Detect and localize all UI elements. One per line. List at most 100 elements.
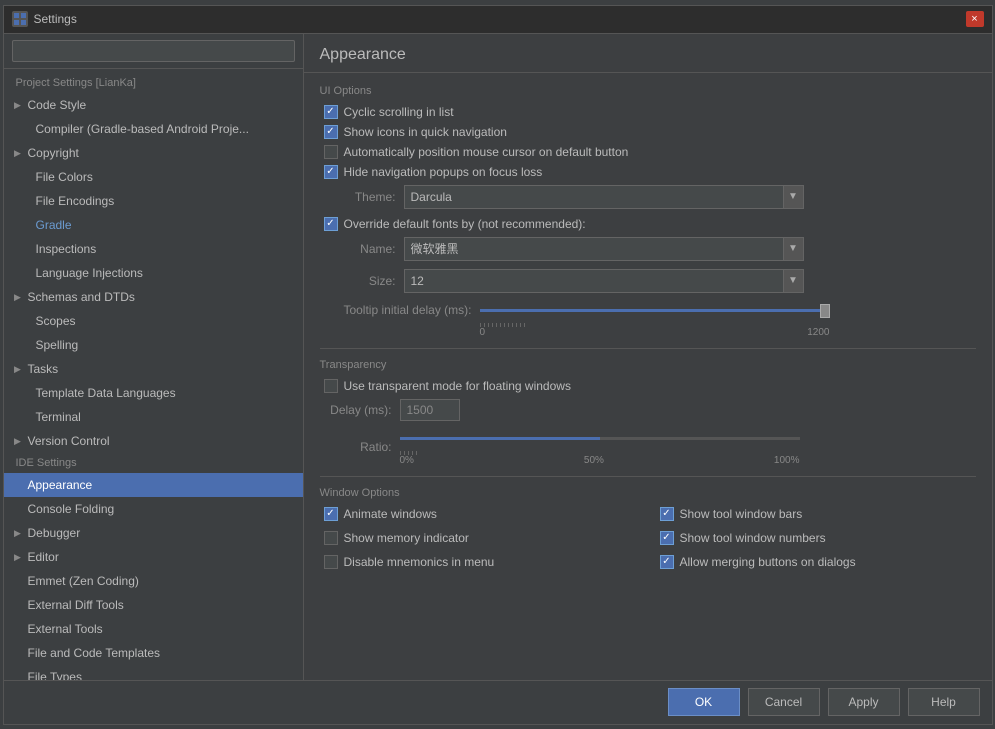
tooltip-slider-bg (480, 309, 830, 312)
option-override-fonts: ✓ Override default fonts by (not recomme… (320, 217, 976, 231)
theme-select-wrapper: Darcula ▼ (404, 185, 804, 209)
sidebar-item-template-data[interactable]: Template Data Languages (4, 381, 303, 405)
sidebar-item-emmet[interactable]: Emmet (Zen Coding) (4, 569, 303, 593)
checkbox-auto-position[interactable] (324, 145, 338, 159)
font-name-select[interactable]: 微软雅黑 (404, 237, 784, 261)
option-allow-merging: ✓ Allow merging buttons on dialogs (656, 555, 976, 569)
apply-button[interactable]: Apply (828, 688, 900, 716)
theme-row: Theme: Darcula ▼ (320, 185, 976, 209)
expand-arrow-code-style: ▶ (12, 99, 24, 111)
ratio-mid-label: 50% (584, 455, 604, 466)
expand-arrow-schemas: ▶ (12, 291, 24, 303)
sidebar-item-schemas[interactable]: ▶ Schemas and DTDs (4, 285, 303, 309)
sidebar-item-editor[interactable]: ▶ Editor (4, 545, 303, 569)
tooltip-slider-thumb[interactable] (820, 304, 830, 318)
cancel-button[interactable]: Cancel (748, 688, 820, 716)
checkbox-hide-nav[interactable]: ✓ (324, 165, 338, 179)
option-show-icons: ✓ Show icons in quick navigation (320, 125, 976, 139)
content-title: Appearance (304, 34, 992, 73)
label-transparent: Use transparent mode for floating window… (344, 379, 571, 393)
sidebar-item-language-injections[interactable]: Language Injections (4, 261, 303, 285)
tooltip-slider-row: Tooltip initial delay (ms): (320, 301, 976, 338)
font-size-arrow: ▼ (784, 269, 804, 293)
theme-select[interactable]: Darcula (404, 185, 784, 209)
ratio-slider-bg (400, 437, 800, 440)
checkbox-allow-merging[interactable]: ✓ (660, 555, 674, 569)
option-hide-nav: ✓ Hide navigation popups on focus loss (320, 165, 976, 179)
font-size-row: Size: 12 ▼ (320, 269, 976, 293)
sidebar-item-spelling[interactable]: Spelling (4, 333, 303, 357)
sidebar-item-appearance[interactable]: Appearance (4, 473, 303, 497)
checkbox-tool-numbers[interactable]: ✓ (660, 531, 674, 545)
sidebar-item-terminal[interactable]: Terminal (4, 405, 303, 429)
checkbox-animate[interactable]: ✓ (324, 507, 338, 521)
ide-section-header: IDE Settings (4, 453, 303, 473)
font-size-select[interactable]: 12 (404, 269, 784, 293)
label-cyclic-scroll: Cyclic scrolling in list (344, 105, 454, 119)
expand-arrow-debugger: ▶ (12, 527, 24, 539)
sidebar-item-console-folding[interactable]: Console Folding (4, 497, 303, 521)
option-show-tool-bars: ✓ Show tool window bars (656, 507, 976, 521)
tick (520, 323, 521, 327)
ratio-row: Ratio: (320, 429, 976, 466)
font-name-select-wrapper: 微软雅黑 ▼ (404, 237, 804, 261)
tooltip-slider-container: 0 1200 (480, 301, 830, 338)
checkbox-override-fonts[interactable]: ✓ (324, 217, 338, 231)
tick (500, 323, 501, 327)
window-title: Settings (34, 12, 960, 26)
sidebar-item-copyright[interactable]: ▶ Copyright (4, 141, 303, 165)
ratio-max-label: 100% (774, 455, 800, 466)
label-override-fonts: Override default fonts by (not recommend… (344, 217, 586, 231)
delay-input[interactable] (400, 399, 460, 421)
tooltip-min-label: 0 (480, 327, 486, 338)
window-icon (12, 11, 28, 27)
main-content: Project Settings [LianKa] ▶ Code Style C… (4, 34, 992, 680)
help-button[interactable]: Help (908, 688, 980, 716)
sidebar-item-external-tools[interactable]: External Tools (4, 617, 303, 641)
project-section-header: Project Settings [LianKa] (4, 73, 303, 93)
expand-arrow-editor: ▶ (12, 551, 24, 563)
label-auto-position: Automatically position mouse cursor on d… (344, 145, 629, 159)
sidebar-item-compiler[interactable]: Compiler (Gradle-based Android Proje... (4, 117, 303, 141)
sidebar-item-file-code-templates[interactable]: File and Code Templates (4, 641, 303, 665)
checkbox-memory[interactable] (324, 531, 338, 545)
tick (512, 323, 513, 327)
tooltip-slider-fill (480, 309, 830, 312)
sidebar-item-file-colors[interactable]: File Colors (4, 165, 303, 189)
theme-select-arrow: ▼ (784, 185, 804, 209)
title-bar: Settings × (4, 6, 992, 34)
option-cyclic-scroll: ✓ Cyclic scrolling in list (320, 105, 976, 119)
option-transparent: Use transparent mode for floating window… (320, 379, 976, 393)
sidebar-item-tasks[interactable]: ▶ Tasks (4, 357, 303, 381)
sidebar-item-gradle[interactable]: Gradle (4, 213, 303, 237)
checkbox-show-tool-bars[interactable]: ✓ (660, 507, 674, 521)
expand-arrow-copyright: ▶ (12, 147, 24, 159)
sidebar-item-scopes[interactable]: Scopes (4, 309, 303, 333)
label-tool-numbers: Show tool window numbers (680, 531, 826, 545)
close-button[interactable]: × (966, 11, 984, 27)
checkbox-cyclic-scroll[interactable]: ✓ (324, 105, 338, 119)
content-scroll[interactable]: UI Options ✓ Cyclic scrolling in list ✓ … (304, 73, 992, 680)
sidebar-item-inspections[interactable]: Inspections (4, 237, 303, 261)
sidebar-item-external-diff[interactable]: External Diff Tools (4, 593, 303, 617)
search-input[interactable] (12, 40, 295, 62)
option-auto-position: Automatically position mouse cursor on d… (320, 145, 976, 159)
sidebar-item-file-encodings[interactable]: File Encodings (4, 189, 303, 213)
sidebar-item-code-style[interactable]: ▶ Code Style (4, 93, 303, 117)
window-options-grid: ✓ Animate windows ✓ Show tool window bar… (320, 507, 976, 575)
settings-window: Settings × Project Settings [LianKa] ▶ C… (3, 5, 993, 725)
label-disable-mnemonics: Disable mnemonics in menu (344, 555, 495, 569)
label-show-icons: Show icons in quick navigation (344, 125, 507, 139)
ok-button[interactable]: OK (668, 688, 740, 716)
checkbox-show-icons[interactable]: ✓ (324, 125, 338, 139)
tick (516, 323, 517, 327)
font-name-arrow: ▼ (784, 237, 804, 261)
tooltip-slider-label: Tooltip initial delay (ms): (320, 301, 480, 317)
ratio-slider-container: 0% 50% 100% (400, 429, 800, 466)
checkbox-disable-mnemonics[interactable] (324, 555, 338, 569)
sidebar-item-debugger[interactable]: ▶ Debugger (4, 521, 303, 545)
sidebar-item-version-control[interactable]: ▶ Version Control (4, 429, 303, 453)
checkbox-transparent[interactable] (324, 379, 338, 393)
tick (488, 323, 489, 327)
sidebar-item-file-types[interactable]: File Types (4, 665, 303, 680)
